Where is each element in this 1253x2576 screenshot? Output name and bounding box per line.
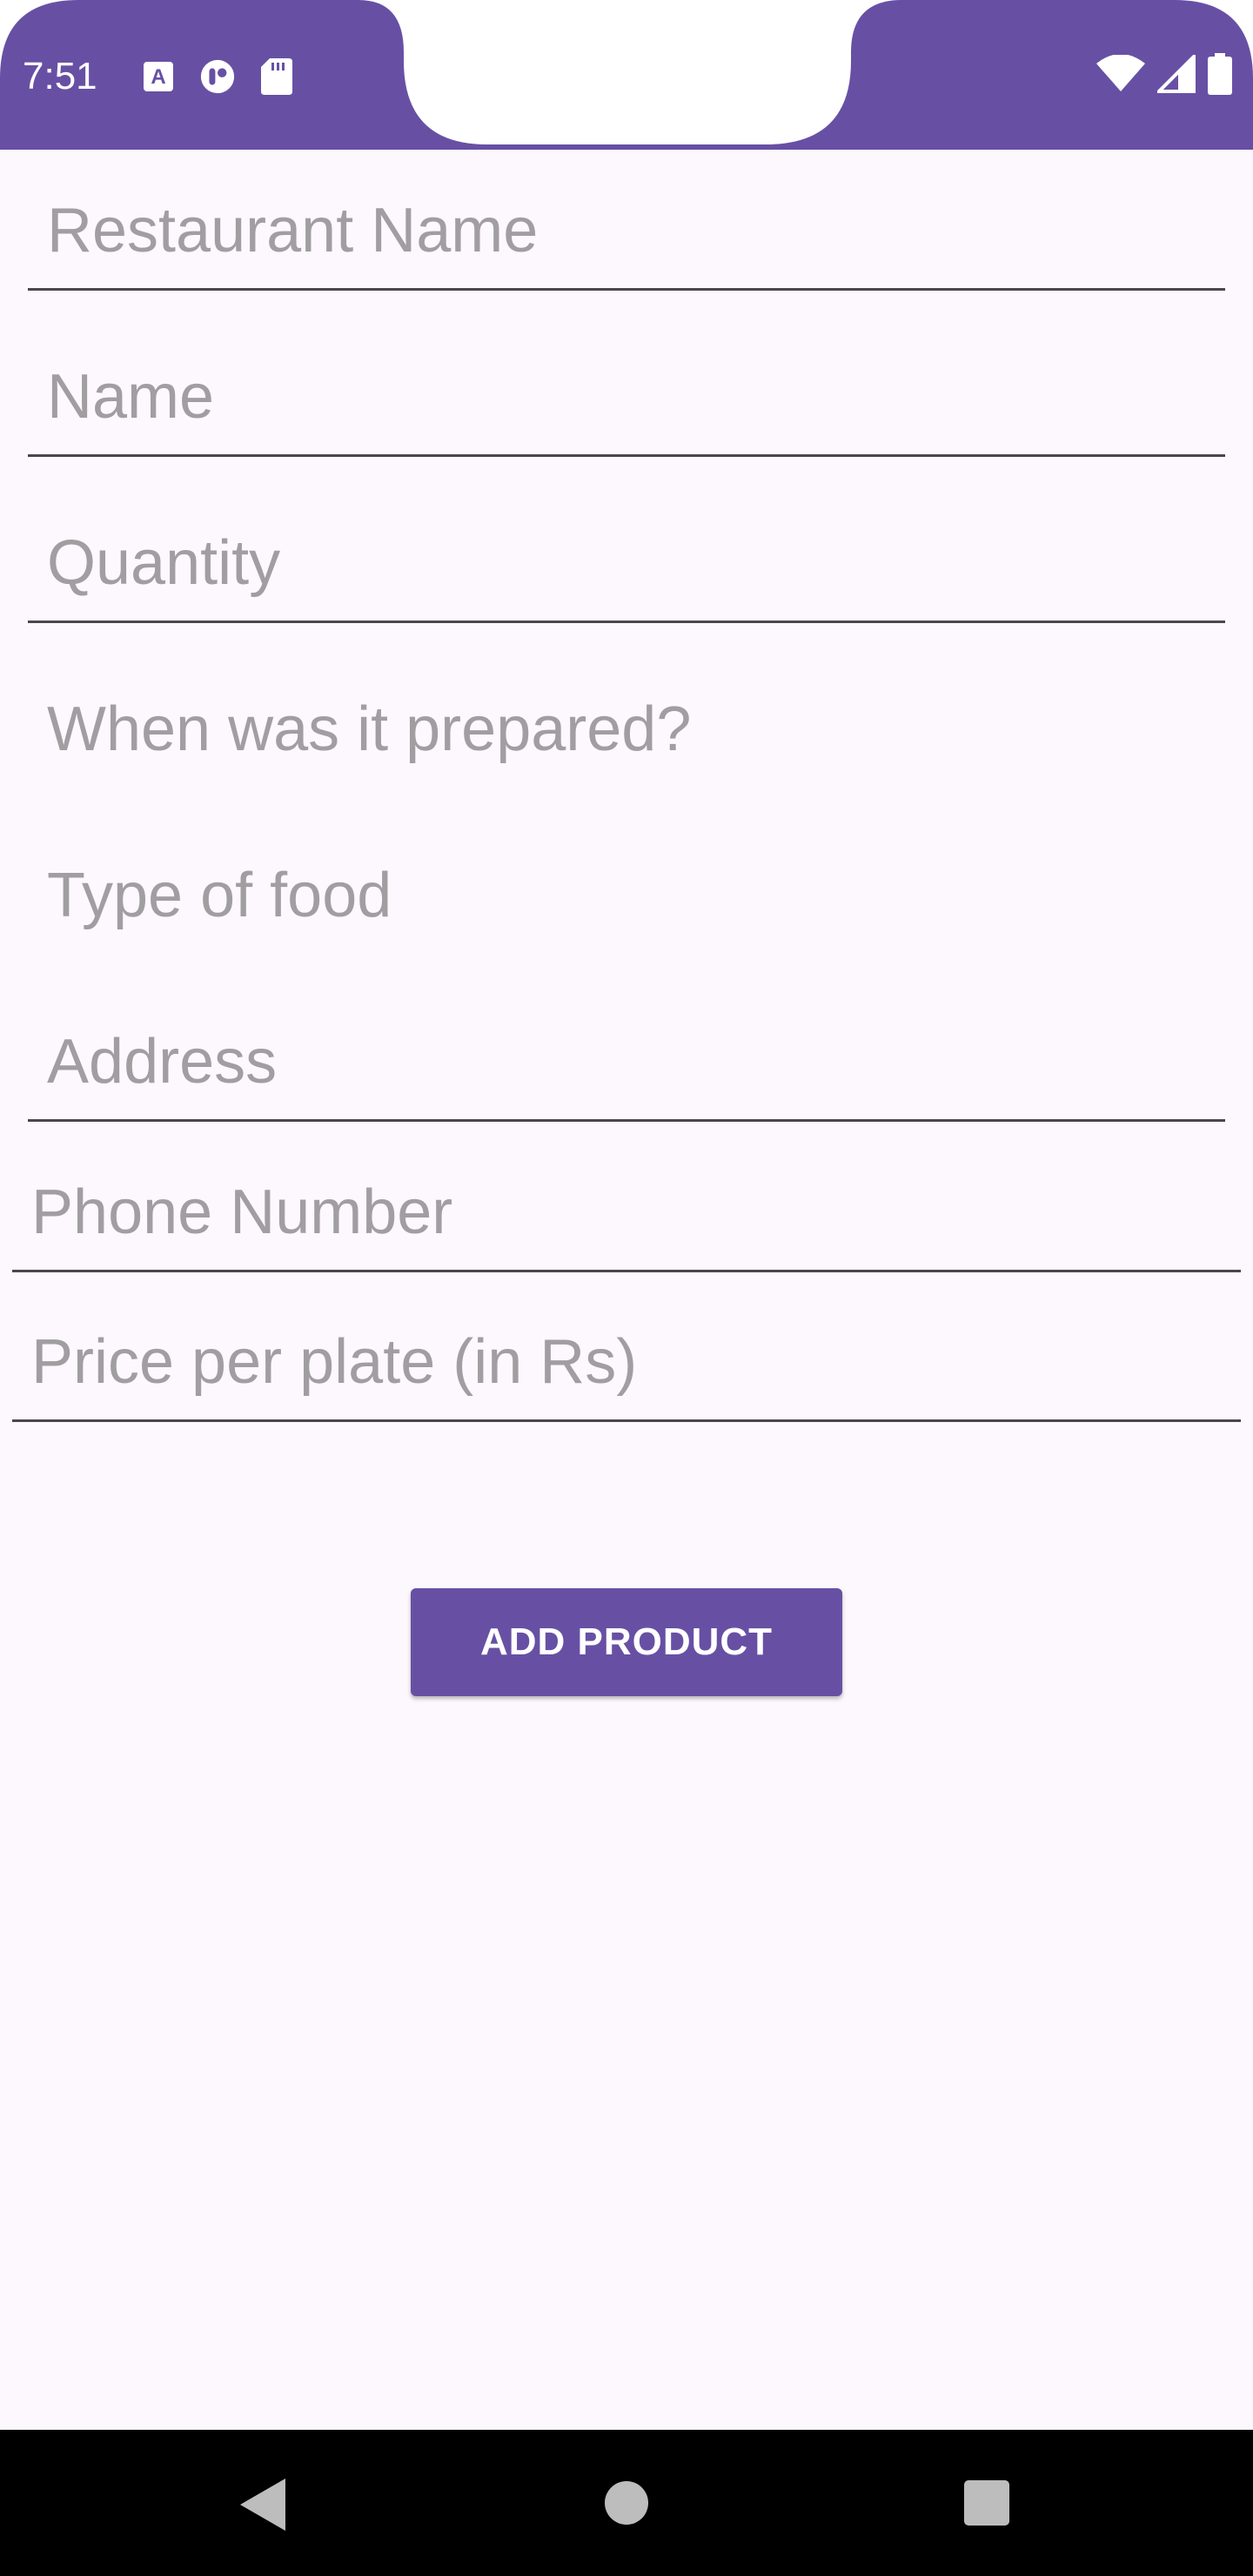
svg-text:A: A	[151, 65, 165, 89]
add-product-button[interactable]: ADD PRODUCT	[411, 1588, 842, 1696]
navigation-bar	[0, 2430, 1253, 2576]
price-placeholder: Price per plate (in Rs)	[31, 1327, 638, 1397]
food-type-field[interactable]: Type of food	[28, 860, 1225, 957]
recents-icon[interactable]	[964, 2480, 1009, 2530]
restaurant-name-placeholder: Restaurant Name	[47, 196, 539, 265]
status-right-group	[1096, 51, 1232, 99]
quantity-field[interactable]: Quantity	[28, 527, 1225, 625]
name-underline	[28, 454, 1225, 457]
quantity-placeholder: Quantity	[47, 528, 281, 598]
wifi-icon	[1096, 53, 1145, 97]
screen: 7:51 A Restaurant Name Name Quantity Whe…	[0, 0, 1253, 2576]
phone-number-field[interactable]: Phone Number	[12, 1177, 1241, 1274]
name-field[interactable]: Name	[28, 361, 1225, 459]
text-recognition-icon: A	[141, 59, 176, 94]
app-notification-icon	[200, 59, 235, 94]
status-left-group: 7:51 A	[23, 52, 294, 101]
cellular-signal-icon	[1155, 51, 1196, 97]
sd-card-icon	[259, 58, 294, 95]
phone-number-underline	[12, 1270, 1241, 1272]
address-placeholder: Address	[47, 1027, 278, 1097]
prepared-time-placeholder: When was it prepared?	[47, 694, 692, 764]
name-placeholder: Name	[47, 362, 215, 432]
back-icon[interactable]	[237, 2477, 289, 2537]
restaurant-name-field[interactable]: Restaurant Name	[28, 195, 1225, 292]
price-field[interactable]: Price per plate (in Rs)	[12, 1326, 1241, 1424]
address-field[interactable]: Address	[28, 1026, 1225, 1124]
food-type-placeholder: Type of food	[47, 861, 392, 930]
status-bar: 7:51 A	[0, 0, 1253, 150]
battery-icon	[1208, 52, 1232, 99]
prepared-time-field[interactable]: When was it prepared?	[28, 694, 1225, 791]
home-icon[interactable]	[604, 2480, 649, 2530]
phone-number-placeholder: Phone Number	[31, 1177, 453, 1247]
restaurant-name-underline	[28, 288, 1225, 291]
status-time: 7:51	[23, 55, 97, 97]
price-underline	[12, 1419, 1241, 1422]
address-underline	[28, 1119, 1225, 1122]
quantity-underline	[28, 621, 1225, 623]
